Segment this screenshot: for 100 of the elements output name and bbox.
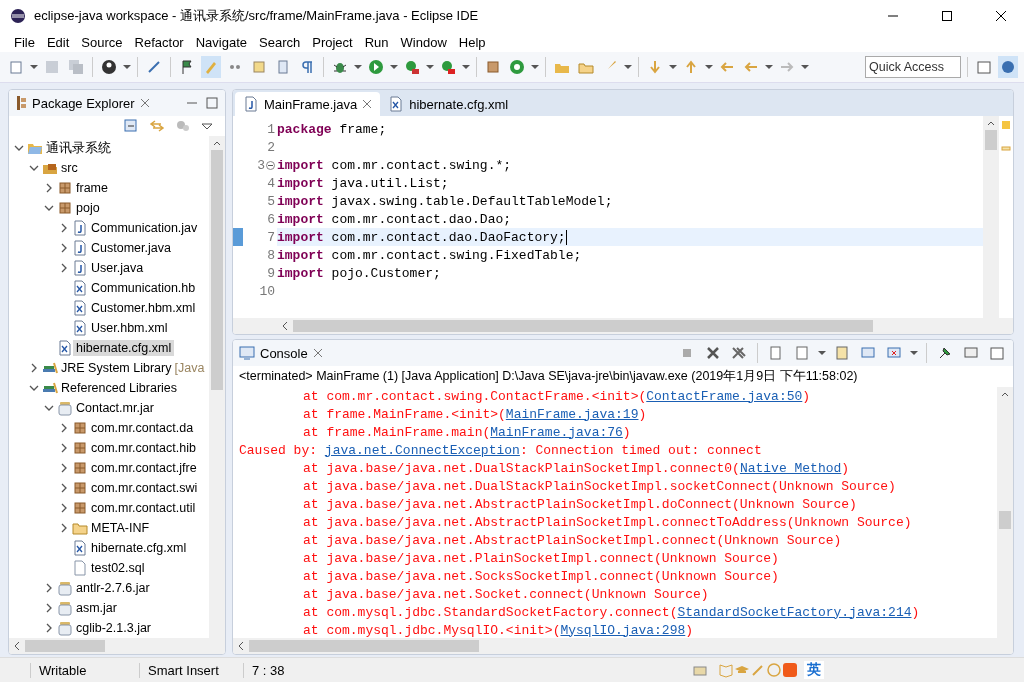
maximize-icon[interactable] xyxy=(942,11,952,21)
stack-trace-link[interactable]: MainFrame.java:76 xyxy=(490,424,623,440)
ime-language-indicator[interactable]: 英 xyxy=(804,661,824,679)
open-perspective-icon[interactable] xyxy=(976,59,992,75)
tree-item[interactable]: META-INF xyxy=(88,520,153,536)
java-perspective-button[interactable] xyxy=(998,56,1018,78)
code-keyword: import xyxy=(277,211,324,227)
stack-trace-link[interactable]: ContactFrame.java:50 xyxy=(646,388,803,404)
tree-item[interactable]: hibernate.cfg.xml xyxy=(73,340,175,356)
horizontal-scrollbar[interactable] xyxy=(233,638,1013,654)
caret-icon[interactable] xyxy=(765,64,773,70)
caret-icon[interactable] xyxy=(462,64,470,70)
quick-access-field[interactable]: Quick Access xyxy=(865,56,961,78)
code-text: pojo.Customer; xyxy=(331,265,441,281)
tree-item[interactable]: hibernate.cfg.xml xyxy=(88,540,190,556)
menu-item[interactable]: Source xyxy=(75,34,129,50)
vertical-scrollbar[interactable] xyxy=(983,116,999,318)
link-icon[interactable] xyxy=(146,59,162,75)
tree-item[interactable]: User.java xyxy=(88,260,147,276)
editor-tab[interactable]: MainFrame.java xyxy=(235,92,381,116)
caret-icon[interactable] xyxy=(390,64,398,70)
editor-tab[interactable]: hibernate.cfg.xml xyxy=(380,92,517,116)
tree-item[interactable]: User.hbm.xml xyxy=(88,320,171,336)
line-number: 5 xyxy=(266,192,276,210)
tree-item[interactable]: com.mr.contact.util xyxy=(88,500,199,516)
tree-item[interactable]: com.mr.contact.da xyxy=(88,420,197,436)
menu-item[interactable]: File xyxy=(8,34,41,50)
line-number: 7 xyxy=(233,228,277,246)
tree-item[interactable]: antlr-2.7.6.jar xyxy=(73,580,153,596)
person-icon[interactable] xyxy=(101,59,117,75)
tree-item[interactable]: Contact.mr.jar xyxy=(73,400,157,416)
java-file-icon xyxy=(72,220,88,236)
caret-icon[interactable] xyxy=(123,64,131,70)
stop-server-icon[interactable] xyxy=(440,59,456,75)
tree-item[interactable]: Communication.hb xyxy=(88,280,199,296)
tree-item[interactable]: test02.sql xyxy=(88,560,148,576)
menu-item[interactable]: Project xyxy=(306,34,359,50)
flag-icon[interactable] xyxy=(179,59,195,75)
tree-item[interactable]: pojo xyxy=(73,200,103,216)
new-console-icon[interactable] xyxy=(989,345,1005,361)
tree-item[interactable]: com.mr.contact.jfre xyxy=(88,460,200,476)
menu-item[interactable]: Edit xyxy=(40,34,76,50)
stack-trace-link[interactable]: MysqlIO.java:298 xyxy=(560,622,686,638)
menu-item[interactable]: Help xyxy=(452,34,492,50)
scroll-thumb[interactable] xyxy=(25,640,105,652)
vertical-scrollbar[interactable] xyxy=(997,387,1013,638)
scroll-thumb[interactable] xyxy=(985,130,997,150)
tree-item[interactable]: 通讯录系统 xyxy=(43,138,114,158)
caret-icon[interactable] xyxy=(801,64,809,70)
stack-trace-link[interactable]: Native Method xyxy=(739,460,842,476)
view-tab[interactable]: Console xyxy=(239,345,323,361)
remove-all-icon[interactable] xyxy=(731,345,747,361)
caret-icon[interactable] xyxy=(624,64,632,70)
caret-icon[interactable] xyxy=(531,64,539,70)
scroll-thumb[interactable] xyxy=(999,511,1011,529)
tree-item[interactable]: com.mr.contact.swi xyxy=(88,480,201,496)
tree-item[interactable]: frame xyxy=(73,180,111,196)
console-text: at java.base/java.net.SocksSocketImpl.connect(Unknown Source) xyxy=(303,568,779,584)
tree-item[interactable]: JRE System Library xyxy=(58,360,175,376)
menu-item[interactable]: Refactor xyxy=(128,34,190,50)
caret-icon[interactable] xyxy=(818,350,826,356)
package-icon xyxy=(72,460,88,476)
caret-icon[interactable] xyxy=(669,64,677,70)
pin-icon[interactable] xyxy=(937,345,953,361)
stack-trace-link[interactable]: java.net.ConnectException xyxy=(324,442,520,458)
close-icon[interactable] xyxy=(996,11,1006,21)
caret-icon[interactable] xyxy=(426,64,434,70)
scroll-thumb[interactable] xyxy=(293,320,873,332)
horizontal-scrollbar[interactable] xyxy=(9,638,225,654)
horizontal-scrollbar[interactable] xyxy=(233,318,1013,334)
run-config-icon[interactable] xyxy=(404,59,420,75)
scroll-thumb[interactable] xyxy=(249,640,479,652)
caret-icon[interactable] xyxy=(354,64,362,70)
stack-trace-link[interactable]: StandardSocketFactory.java:214 xyxy=(677,604,912,620)
tree-item[interactable]: Referenced Libraries xyxy=(58,380,181,396)
menu-item[interactable]: Window xyxy=(394,34,453,50)
remove-icon[interactable] xyxy=(705,345,721,361)
tree-item[interactable]: src xyxy=(58,160,81,176)
run-icon[interactable] xyxy=(368,59,384,75)
menu-item[interactable]: Search xyxy=(253,34,307,50)
scroll-thumb[interactable] xyxy=(211,150,223,390)
tree-item[interactable]: Communication.jav xyxy=(88,220,201,236)
tree-item[interactable]: cglib-2.1.3.jar xyxy=(73,620,155,636)
stack-trace-link[interactable]: MainFrame.java:19 xyxy=(505,406,639,422)
menu-item[interactable]: Run xyxy=(358,34,395,50)
vertical-scrollbar[interactable] xyxy=(209,136,225,638)
tree-item[interactable]: asm.jar xyxy=(73,600,120,616)
package-icon xyxy=(72,420,88,436)
caret-icon[interactable] xyxy=(30,64,38,70)
menu-item[interactable]: Navigate xyxy=(189,34,253,50)
tree-item[interactable]: com.mr.contact.hib xyxy=(88,440,199,456)
eclipse-logo-icon xyxy=(10,8,26,24)
show-error-icon[interactable] xyxy=(886,345,902,361)
tree-item[interactable]: Customer.hbm.xml xyxy=(88,300,199,316)
caret-icon[interactable] xyxy=(705,64,713,70)
ime-logo-icon xyxy=(782,662,798,678)
collapse-fold-icon[interactable] xyxy=(266,160,275,170)
caret-icon[interactable] xyxy=(910,350,918,356)
pilcrow-icon[interactable] xyxy=(299,59,315,75)
tree-item[interactable]: Customer.java xyxy=(88,240,174,256)
